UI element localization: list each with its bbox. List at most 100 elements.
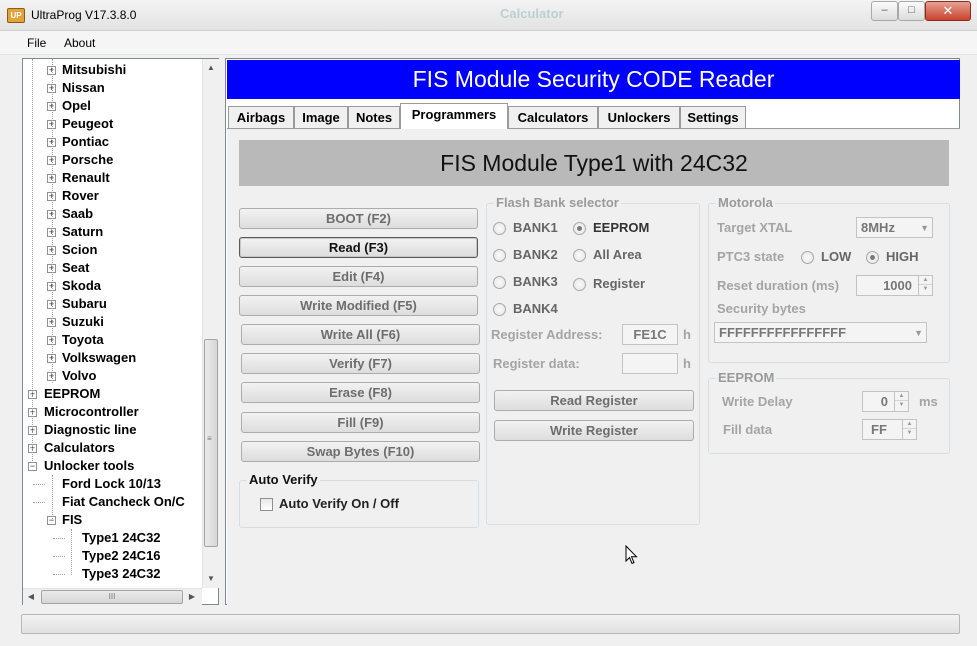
- window-title: UltraProg V17.3.8.0: [31, 8, 137, 22]
- spin-down-icon[interactable]: ▼: [919, 285, 932, 294]
- radio-all-area-indicator: [573, 249, 586, 262]
- tree-item-label: Diagnostic line: [44, 422, 137, 437]
- tree-item-label: Porsche: [62, 152, 114, 167]
- target-xtal-select[interactable]: 8MHz ▼: [856, 217, 933, 238]
- menu-about[interactable]: About: [64, 36, 95, 50]
- module-title: FIS Module Type1 with 24C32: [239, 140, 949, 186]
- write-delay-spinner[interactable]: ▲ ▼: [894, 392, 908, 411]
- spin-up-icon[interactable]: ▲: [895, 392, 908, 401]
- tab-settings[interactable]: Settings: [680, 106, 746, 128]
- tree-item-label: Calculators: [44, 440, 115, 455]
- register-address-input[interactable]: FE1C: [622, 324, 678, 345]
- write-modified-button[interactable]: Write Modified (F5): [239, 295, 478, 316]
- reset-duration-value: 1000: [883, 278, 912, 293]
- read-button[interactable]: Read (F3): [239, 237, 478, 258]
- reset-duration-input[interactable]: 1000 ▲ ▼: [856, 275, 933, 296]
- tab-image[interactable]: Image: [294, 106, 348, 128]
- eeprom-title: EEPROM: [716, 370, 777, 385]
- tab-calculators[interactable]: Calculators: [508, 106, 598, 128]
- grip-icon: ≡: [207, 434, 212, 443]
- tree-vertical-scrollbar[interactable]: ▲ ≡ ▼: [202, 59, 219, 588]
- ptc3-state-label: PTC3 state: [717, 249, 785, 264]
- auto-verify-group: Auto Verify Auto Verify On / Off: [239, 472, 479, 528]
- spin-up-icon[interactable]: ▲: [903, 420, 916, 429]
- write-all-button[interactable]: Write All (F6): [241, 324, 480, 345]
- register-data-hex-suffix: h: [683, 356, 691, 371]
- tab-notes[interactable]: Notes: [348, 106, 400, 128]
- tree-horizontal-scrollbar[interactable]: ◀ III ▶: [23, 588, 202, 605]
- scroll-thumb[interactable]: ≡: [204, 339, 218, 547]
- close-button[interactable]: ✕: [925, 1, 971, 21]
- collapse-icon[interactable]: −: [28, 462, 37, 471]
- auto-verify-checkbox[interactable]: [260, 498, 273, 511]
- spin-down-icon[interactable]: ▼: [903, 429, 916, 438]
- scroll-thumb-horizontal[interactable]: III: [41, 590, 183, 604]
- tree-connector: [33, 502, 45, 503]
- scroll-up-icon[interactable]: ▲: [203, 59, 219, 76]
- scroll-left-icon[interactable]: ◀: [23, 589, 39, 605]
- programmers-tab-content: FIS Module Type1 with 24C32 BOOT (F2) Re…: [227, 128, 960, 605]
- boot-button[interactable]: BOOT (F2): [239, 208, 478, 229]
- tree-item-label: Subaru: [62, 296, 107, 311]
- tree-connector: [53, 574, 65, 575]
- target-xtal-value: 8MHz: [861, 220, 895, 235]
- write-delay-input[interactable]: 0 ▲ ▼: [862, 391, 909, 412]
- target-xtal-label: Target XTAL: [717, 220, 793, 235]
- tree-item-label: Toyota: [62, 332, 104, 347]
- register-address-label: Register Address:: [491, 327, 603, 342]
- fill-data-spinner[interactable]: ▲ ▼: [902, 420, 916, 439]
- tree-connector: [53, 538, 65, 539]
- tab-airbags[interactable]: Airbags: [228, 106, 294, 128]
- maximize-button[interactable]: □: [898, 1, 925, 21]
- chevron-down-icon: ▼: [920, 223, 929, 233]
- scroll-right-icon[interactable]: ▶: [184, 589, 200, 605]
- navigation-tree[interactable]: + Mitsubishi + Nissan + Opel + Peugeot + Pontiac +…: [22, 58, 219, 605]
- tab-unlockers[interactable]: Unlockers: [598, 106, 680, 128]
- page-title: FIS Module Security CODE Reader: [227, 60, 960, 99]
- security-bytes-value: FFFFFFFFFFFFFFFF: [719, 325, 847, 340]
- tree-item-label: Saab: [62, 206, 94, 221]
- radio-register-indicator: [573, 278, 586, 291]
- title-bar: UP UltraProg V17.3.8.0 Calculator – □ ✕: [0, 0, 977, 31]
- tree-item-label: Peugeot: [62, 116, 114, 131]
- read-register-button[interactable]: Read Register: [494, 390, 694, 411]
- close-icon: ✕: [942, 3, 954, 18]
- write-delay-value: 0: [880, 394, 888, 409]
- verify-button[interactable]: Verify (F7): [241, 353, 480, 374]
- security-bytes-select[interactable]: FFFFFFFFFFFFFFFF ▼: [714, 322, 927, 343]
- tree-item-label: Seat: [62, 260, 90, 275]
- tab-programmers[interactable]: Programmers: [400, 103, 508, 129]
- reset-duration-spinner[interactable]: ▲ ▼: [918, 276, 932, 295]
- register-address-hex-suffix: h: [683, 327, 691, 342]
- edit-button[interactable]: Edit (F4): [239, 266, 478, 287]
- auto-verify-title: Auto Verify: [247, 472, 320, 487]
- radio-bank4-indicator: [493, 303, 506, 316]
- tree-item-label: Suzuki: [62, 314, 104, 329]
- register-data-input[interactable]: [622, 353, 678, 374]
- write-delay-unit: ms: [919, 394, 938, 409]
- radio-bank3-indicator: [493, 276, 506, 289]
- fill-button[interactable]: Fill (F9): [241, 412, 480, 433]
- write-register-button[interactable]: Write Register: [494, 420, 694, 441]
- fill-data-input[interactable]: FF ▲ ▼: [862, 419, 917, 440]
- tree-connector: [53, 556, 65, 557]
- tree-guide-line: [71, 529, 72, 575]
- tree-item-label: Nissan: [62, 80, 105, 95]
- minimize-button[interactable]: –: [871, 1, 898, 21]
- tree-item-label: Mitsubishi: [62, 62, 127, 77]
- tree-item-label: Type1 24C32: [82, 530, 161, 545]
- swap-bytes-button[interactable]: Swap Bytes (F10): [241, 441, 480, 462]
- erase-button[interactable]: Erase (F8): [241, 382, 480, 403]
- tree-connector: [33, 484, 45, 485]
- spin-up-icon[interactable]: ▲: [919, 276, 932, 285]
- app-icon: UP: [7, 8, 25, 23]
- tree-item-label: Renault: [62, 170, 110, 185]
- radio-ptc3-low-indicator: [801, 251, 814, 264]
- radio-bank2-indicator: [493, 249, 506, 262]
- menu-file[interactable]: File: [27, 36, 46, 50]
- tree-item-label: Pontiac: [62, 134, 109, 149]
- auto-verify-label: Auto Verify On / Off: [279, 496, 399, 511]
- scroll-down-icon[interactable]: ▼: [203, 570, 219, 587]
- spin-down-icon[interactable]: ▼: [895, 401, 908, 410]
- mouse-pointer-icon: [625, 545, 638, 565]
